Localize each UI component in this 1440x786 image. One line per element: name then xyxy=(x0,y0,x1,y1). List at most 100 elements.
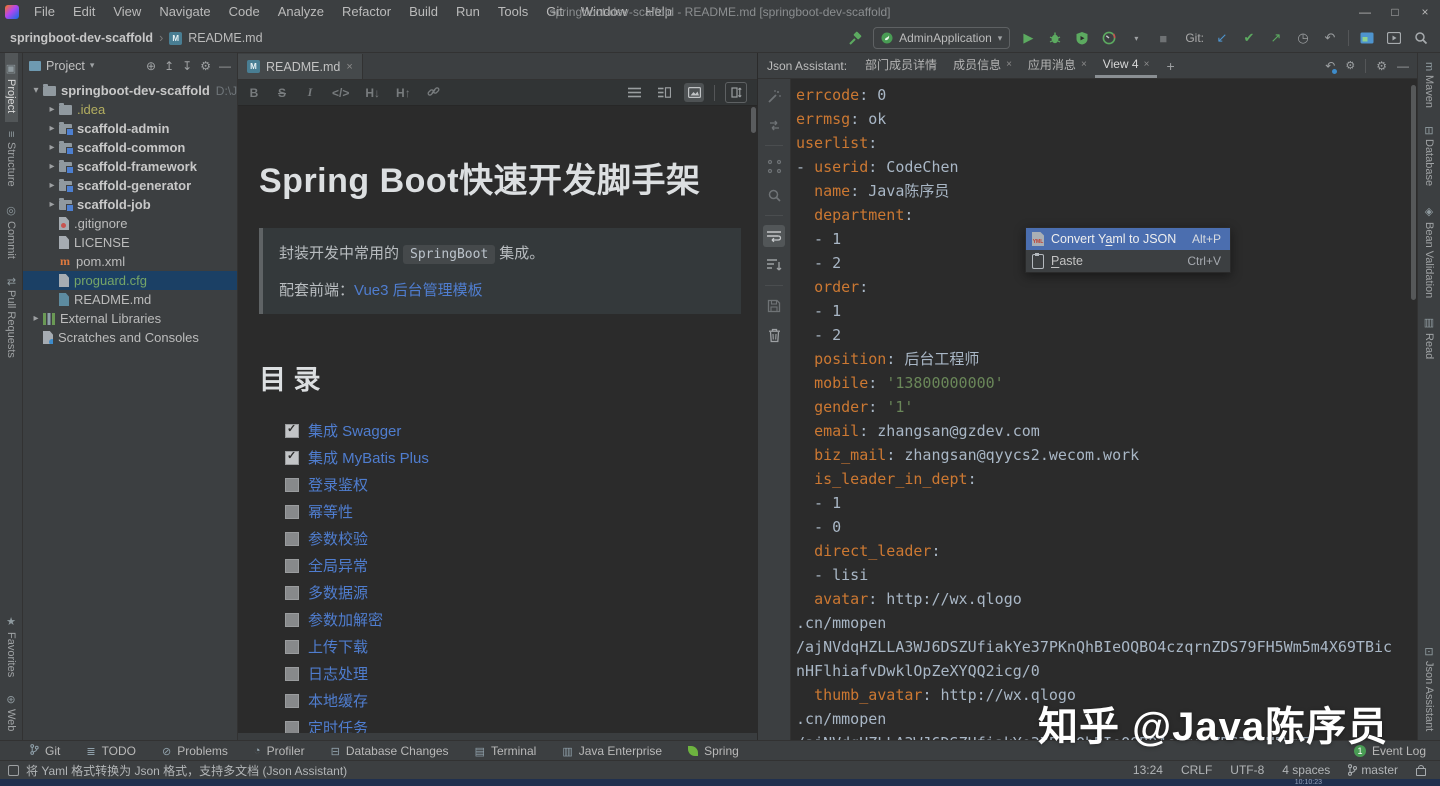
debug-button[interactable] xyxy=(1046,29,1064,47)
menu-view[interactable]: View xyxy=(104,0,150,24)
tree-item-scaffold-generator[interactable]: ▸scaffold-generator xyxy=(23,176,237,195)
structure-dots-icon[interactable] xyxy=(763,155,785,177)
tool-stripe-structure[interactable]: ≡Structure xyxy=(5,122,17,195)
tree-item-license[interactable]: LICENSE xyxy=(23,233,237,252)
maximize-button[interactable]: □ xyxy=(1380,0,1410,24)
menu-window[interactable]: Window xyxy=(572,0,636,24)
tree-item-scaffold-admin[interactable]: ▸scaffold-admin xyxy=(23,119,237,138)
toc-link[interactable]: 参数校验 xyxy=(308,528,368,549)
close-button[interactable]: × xyxy=(1410,0,1440,24)
ja-tab-部门成员详情[interactable]: 部门成员详情 xyxy=(857,53,945,78)
chevron-right-icon[interactable]: ▸ xyxy=(29,313,43,324)
tree-item-scaffold-framework[interactable]: ▸scaffold-framework xyxy=(23,157,237,176)
menu-refactor[interactable]: Refactor xyxy=(333,0,400,24)
toc-link[interactable]: 上传下载 xyxy=(308,636,368,657)
header-down-icon[interactable]: H↓ xyxy=(365,86,380,100)
git-commit-button[interactable]: ✔ xyxy=(1240,29,1258,47)
git-history-clock-icon[interactable]: ◷ xyxy=(1294,29,1312,47)
editor-scrollbar[interactable] xyxy=(751,107,756,133)
git-branch-widget[interactable]: master xyxy=(1348,763,1398,777)
toolwindow-button-git[interactable]: Git xyxy=(30,744,60,758)
wrap-lines-icon[interactable] xyxy=(763,225,785,247)
split-view-icon[interactable] xyxy=(654,83,674,102)
toc-link[interactable]: 定时任务 xyxy=(308,717,368,733)
toc-link[interactable]: 参数加解密 xyxy=(308,609,383,630)
menu-code[interactable]: Code xyxy=(220,0,269,24)
gear-icon[interactable]: ⚙ xyxy=(200,59,211,73)
sync-icon[interactable]: ↶ xyxy=(1325,59,1335,73)
tool-stripe-favorites[interactable]: ★Favorites xyxy=(5,606,18,686)
toc-link[interactable]: 本地缓存 xyxy=(308,690,368,711)
tool-stripe-project[interactable]: ▣Project xyxy=(5,53,18,122)
toc-link[interactable]: 幂等性 xyxy=(308,501,353,522)
link-icon[interactable] xyxy=(427,85,440,101)
menu-analyze[interactable]: Analyze xyxy=(269,0,333,24)
project-panel-title[interactable]: Project xyxy=(46,59,85,73)
profiler-button[interactable] xyxy=(1100,29,1118,47)
trash-icon[interactable] xyxy=(763,324,785,346)
menu-help[interactable]: Help xyxy=(636,0,681,24)
git-update-button[interactable]: ↙ xyxy=(1213,29,1231,47)
indent-style[interactable]: 4 spaces xyxy=(1282,763,1330,777)
context-menu-item-convert-yaml-to-json[interactable]: YMLConvert Yaml to JSONAlt+P xyxy=(1026,228,1230,250)
yaml-editor[interactable]: errcode: 0errmsg: okuserlist:- userid: C… xyxy=(791,79,1417,740)
toc-link[interactable]: 全局异常 xyxy=(308,555,368,576)
add-tab-button[interactable]: + xyxy=(1157,53,1183,78)
line-separator[interactable]: CRLF xyxy=(1181,763,1212,777)
tool-stripe-pull-requests[interactable]: ⇅Pull Requests xyxy=(5,268,18,367)
breadcrumb-file[interactable]: README.md xyxy=(188,31,262,45)
tree-item-proguard-cfg[interactable]: proguard.cfg xyxy=(23,271,237,290)
tool-stripe-web[interactable]: ⊛Web xyxy=(5,686,18,740)
caret-position[interactable]: 13:24 xyxy=(1133,763,1163,777)
tree-item-pom-xml[interactable]: mpom.xml xyxy=(23,252,237,271)
toc-link[interactable]: 集成 MyBatis Plus xyxy=(308,447,429,468)
menu-git[interactable]: Git xyxy=(537,0,572,24)
toolwindow-button-profiler[interactable]: ◔Profiler xyxy=(254,744,305,758)
chevron-right-icon[interactable]: ▸ xyxy=(45,142,59,153)
file-encoding[interactable]: UTF-8 xyxy=(1230,763,1264,777)
chevron-down-icon[interactable]: ▾ xyxy=(29,85,43,96)
stop-button[interactable]: ■ xyxy=(1154,29,1172,47)
profiler-chevron-icon[interactable]: ▾ xyxy=(1127,29,1145,47)
close-tab-icon[interactable]: × xyxy=(346,61,352,73)
locate-file-icon[interactable]: ⊕ xyxy=(146,59,156,73)
expand-all-icon[interactable]: ↥ xyxy=(164,59,174,73)
ja-tab-成员信息[interactable]: 成员信息× xyxy=(945,53,1020,78)
git-push-button[interactable]: ↗ xyxy=(1267,29,1285,47)
tree-item-gitignore[interactable]: .gitignore xyxy=(23,214,237,233)
editor-horizontal-scrollbar[interactable] xyxy=(238,733,757,740)
toolwindow-button-database-changes[interactable]: ⊟Database Changes xyxy=(331,744,449,758)
editor-tab-readme[interactable]: M README.md × xyxy=(238,54,363,79)
tree-item-idea[interactable]: ▸.idea xyxy=(23,100,237,119)
breadcrumb-project[interactable]: springboot-dev-scaffold xyxy=(10,31,153,45)
settings-gear-small-icon[interactable]: ⚙ xyxy=(1345,59,1355,72)
search-everywhere-icon[interactable] xyxy=(1412,29,1430,47)
json-assistant-scrollbar[interactable] xyxy=(1411,85,1416,300)
toc-link[interactable]: 日志处理 xyxy=(308,663,368,684)
minimize-button[interactable]: — xyxy=(1350,0,1380,24)
toc-link[interactable]: 登录鉴权 xyxy=(308,474,368,495)
rollback-button[interactable]: ↶ xyxy=(1321,29,1339,47)
tree-item-springboot-dev-scaffold[interactable]: ▾springboot-dev-scaffoldD:\JavaE xyxy=(23,81,237,100)
menu-build[interactable]: Build xyxy=(400,0,447,24)
convert-arrows-icon[interactable] xyxy=(763,114,785,136)
chevron-right-icon[interactable]: ▸ xyxy=(45,180,59,191)
tool-stripe-database[interactable]: ⊟Database xyxy=(1423,117,1436,195)
tree-item-scaffold-common[interactable]: ▸scaffold-common xyxy=(23,138,237,157)
build-hammer-icon[interactable] xyxy=(846,29,864,47)
strikethrough-icon[interactable]: S xyxy=(276,86,288,100)
tree-item-scratches-and-consoles[interactable]: Scratches and Consoles xyxy=(23,328,237,347)
preview-only-view-icon[interactable] xyxy=(684,83,704,102)
collapse-all-icon[interactable]: ↧ xyxy=(182,59,192,73)
lock-icon[interactable] xyxy=(1416,768,1426,776)
menu-run[interactable]: Run xyxy=(447,0,489,24)
run-configuration-selector[interactable]: AdminApplication ▾ xyxy=(873,27,1010,49)
tool-stripe-commit[interactable]: ◎Commit xyxy=(5,195,18,268)
ja-tab-应用消息[interactable]: 应用消息× xyxy=(1020,53,1095,78)
run-button[interactable]: ▶ xyxy=(1019,29,1037,47)
toolwindow-button-todo[interactable]: ≣TODO xyxy=(86,744,136,758)
tool-stripe-json-assistant[interactable]: ⊡Json Assistant xyxy=(1423,638,1436,740)
chevron-down-icon[interactable]: ▾ xyxy=(90,60,95,71)
toolwindow-button-problems[interactable]: ⊘Problems xyxy=(162,744,228,758)
toolwindow-button-terminal[interactable]: ▤Terminal xyxy=(475,744,537,758)
